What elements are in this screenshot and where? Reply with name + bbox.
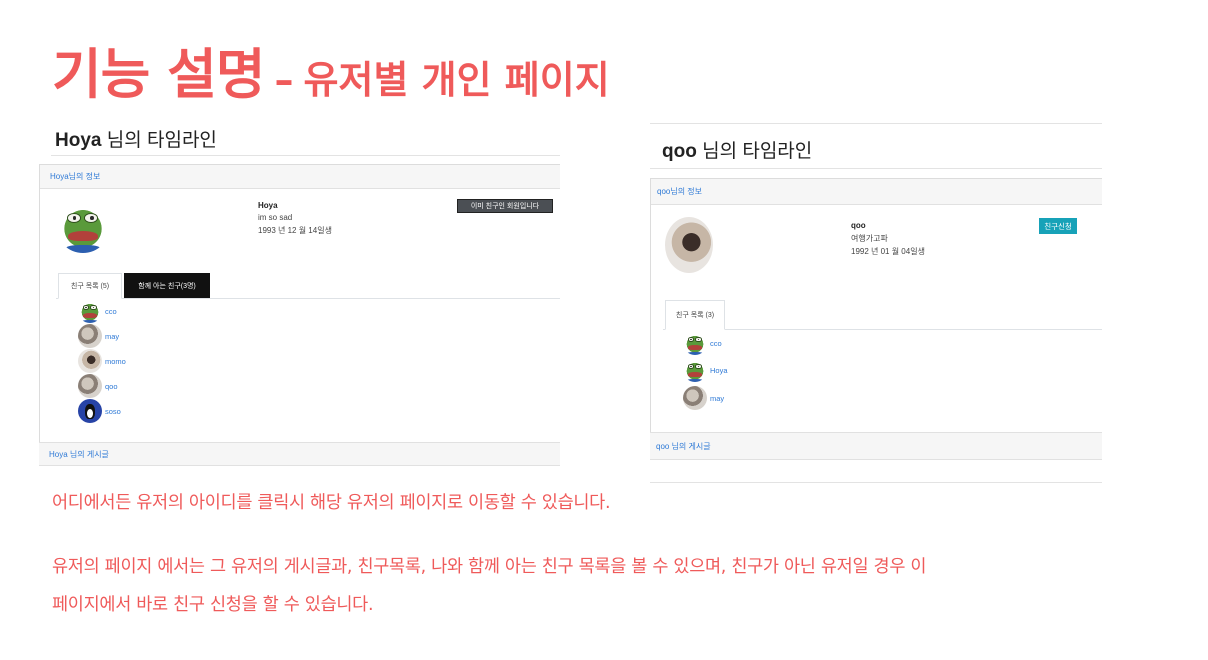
friend-avatar <box>683 386 707 410</box>
info-header-link[interactable]: Hoya님의 정보 <box>50 171 100 182</box>
timeline-title: Hoya 님의 타임라인 <box>55 125 217 152</box>
posts-header: Hoya 님의 게시글 <box>39 442 560 466</box>
timeline-suffix: 님의 타임라인 <box>702 141 813 162</box>
friend-name[interactable]: soso <box>105 407 121 416</box>
friend-name[interactable]: may <box>105 332 119 341</box>
profile-avatar <box>665 217 713 273</box>
friend-item[interactable]: cco <box>78 299 117 323</box>
friend-avatar <box>78 324 102 348</box>
timeline-username: qoo <box>662 141 697 162</box>
bottom-divider <box>650 482 1102 483</box>
friend-item[interactable]: Hoya <box>683 358 728 382</box>
description-line-2: 유저의 페이지 에서는 그 유저의 게시글과, 친구목록, 나와 함께 아는 친… <box>52 557 927 577</box>
description-line-3: 페이지에서 바로 친구 신청을 할 수 있습니다. <box>52 595 374 615</box>
info-header: Hoya님의 정보 <box>40 165 560 189</box>
pepe-icon <box>78 299 102 323</box>
friend-item[interactable]: qoo <box>78 374 118 398</box>
friend-name[interactable]: qoo <box>105 382 118 391</box>
title-divider <box>51 155 560 156</box>
tabs-divider <box>56 298 560 299</box>
timeline-suffix: 님의 타임라인 <box>106 130 217 151</box>
friend-name[interactable]: cco <box>710 339 722 348</box>
slide-title-dash: – <box>274 58 294 102</box>
pepe-icon <box>683 331 707 355</box>
friend-request-button[interactable]: 친구신청 <box>1039 218 1077 234</box>
friend-item[interactable]: soso <box>78 399 121 423</box>
hoya-page-screenshot: Hoya 님의 타임라인 Hoya님의 정보 Hoya im so sad 19… <box>39 115 560 467</box>
friend-avatar <box>683 358 707 382</box>
tab-friends[interactable]: 친구 목록 (3) <box>665 300 725 330</box>
tab-friends[interactable]: 친구 목록 (5) <box>58 273 122 299</box>
profile-name: Hoya <box>258 201 278 210</box>
profile-status: im so sad <box>258 213 293 222</box>
penguin-icon <box>78 399 102 423</box>
slide-title: 기능 설명 – 유저별 개인 페이지 <box>52 30 610 109</box>
title-divider <box>650 168 1102 169</box>
profile-card: qoo님의 정보 qoo 여행가고파 1992 년 01 월 04일생 친구신청… <box>650 178 1102 434</box>
friend-item[interactable]: cco <box>683 331 722 355</box>
tabs-divider <box>663 329 1102 330</box>
friend-avatar <box>683 331 707 355</box>
already-friend-button[interactable]: 이미 친구인 회원입니다 <box>457 199 553 213</box>
posts-header: qoo 님의 게시글 <box>650 432 1102 460</box>
friend-item[interactable]: may <box>78 324 119 348</box>
slide-title-main: 기능 설명 <box>52 43 266 106</box>
friend-avatar <box>78 399 102 423</box>
profile-avatar <box>56 199 110 253</box>
profile-name: qoo <box>851 221 866 230</box>
timeline-title: qoo 님의 타임라인 <box>662 136 812 163</box>
tab-mutual-friends[interactable]: 함께 아는 친구(3명) <box>124 273 210 298</box>
friend-item[interactable]: may <box>683 386 724 410</box>
friend-avatar <box>78 349 102 373</box>
pepe-icon <box>683 358 707 382</box>
description-line-1: 어디에서든 유저의 아이디를 클릭시 해당 유저의 페이지로 이동할 수 있습니… <box>52 493 611 513</box>
friend-name[interactable]: Hoya <box>710 366 728 375</box>
qoo-page-screenshot: qoo 님의 타임라인 qoo님의 정보 qoo 여행가고파 1992 년 01… <box>650 123 1102 483</box>
slide-title-sub: 유저별 개인 페이지 <box>303 58 610 102</box>
friend-name[interactable]: cco <box>105 307 117 316</box>
profile-card: Hoya님의 정보 Hoya im so sad 1993 년 12 월 14일… <box>39 164 560 444</box>
profile-birth: 1992 년 01 월 04일생 <box>851 247 925 256</box>
friend-item[interactable]: momo <box>78 349 126 373</box>
friend-name[interactable]: may <box>710 394 724 403</box>
profile-status: 여행가고파 <box>851 234 888 243</box>
friend-name[interactable]: momo <box>105 357 126 366</box>
friend-avatar <box>78 299 102 323</box>
top-divider <box>650 123 1102 124</box>
posts-header-link[interactable]: Hoya 님의 게시글 <box>49 449 109 460</box>
info-header-link[interactable]: qoo님의 정보 <box>657 186 702 197</box>
timeline-username: Hoya <box>55 130 102 151</box>
profile-birth: 1993 년 12 월 14일생 <box>258 226 332 235</box>
info-header: qoo님의 정보 <box>651 179 1102 205</box>
posts-header-link[interactable]: qoo 님의 게시글 <box>656 441 711 452</box>
friend-avatar <box>78 374 102 398</box>
pepe-icon <box>56 199 110 253</box>
